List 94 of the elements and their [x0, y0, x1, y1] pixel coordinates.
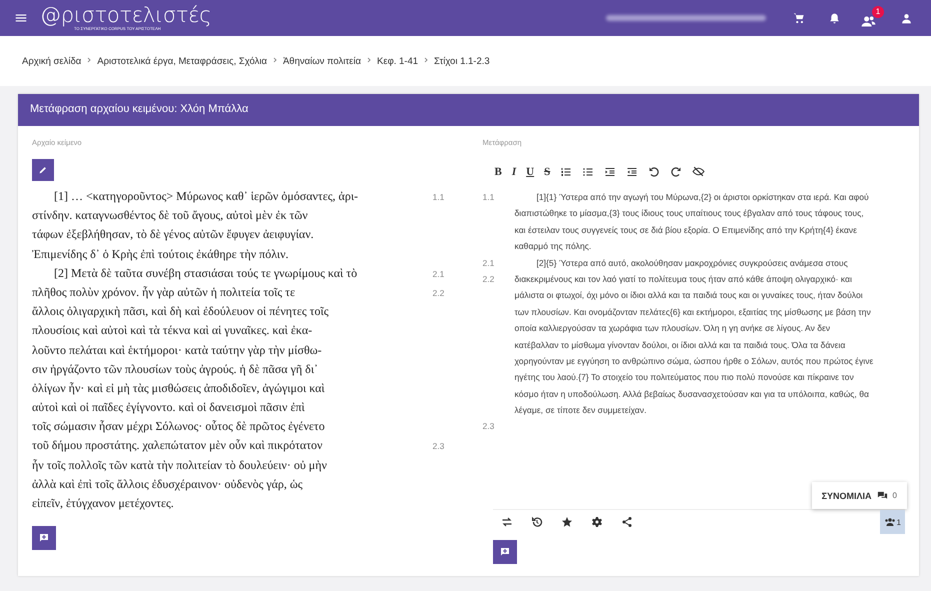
- breadcrumb-link[interactable]: Στίχοι 1.1-2.3: [434, 56, 490, 66]
- redo-icon: [670, 166, 682, 178]
- logo-text[interactable]: @ριστοτελιστές: [40, 5, 212, 26]
- text-line: διακεκριμένους και τον λαό γιατί το πολίτευμα τους ήταν από κάθε άποψη ολιγαρχικό· και: [514, 274, 853, 284]
- text-line: λοῦντο πελάται καὶ ἑκτήμοροι· κατὰ ταύτην γὰρ τὴν μίσθω-: [32, 342, 323, 358]
- line-number: 2.1: [432, 268, 444, 279]
- italic-button[interactable]: I: [512, 166, 516, 178]
- text-line: κόσμο ήταν η υποδούλωση. Αλλά βεβαίως δυσανασχετούσαν και για τα υπόλοιπα, καθώς, θα: [514, 388, 870, 399]
- line-number: 2.1: [482, 258, 494, 268]
- text-line: αὐτοὶ καὶ οἱ παῖδες ἐγίγνοντο. καὶ οἱ δανεισμοὶ πᾶσιν ἐπὶ: [32, 400, 306, 416]
- comment-plus-icon: [38, 532, 50, 544]
- bullet-list-button[interactable]: [582, 166, 594, 178]
- outdent-icon: [626, 166, 638, 178]
- notification-badge: 1: [872, 6, 884, 18]
- comments-icon: [876, 490, 888, 501]
- text-line: πλουσίοις καὶ αὐτοὶ καὶ τὰ τέκνα καὶ αἱ γυναῖκες. καὶ ἐκα-: [32, 323, 314, 338]
- swap-button[interactable]: [500, 516, 512, 528]
- indent-button[interactable]: [604, 166, 616, 178]
- text-line: μάλιστα οι φτωχοί, όχι μόνο οι ίδιοι αλλά και τα παιδιά τους και οι γυναίκες τους, ήταν δούλοι: [514, 290, 864, 300]
- outdent-button[interactable]: [626, 166, 638, 178]
- numbered-list-icon: [560, 166, 572, 178]
- add-comment-button[interactable]: [492, 540, 516, 564]
- text-line: [2] Μετὰ δὲ ταῦτα συνέβη στασιάσαι τούς τε γνωρίμους καὶ τὸ: [53, 266, 358, 281]
- hide-button[interactable]: [692, 165, 706, 178]
- text-line: και έστειλαν τους συγγενείς τους σε διά βίου εξορία. Ο Επιμενίδης από την Κρήτη{4} έκανε: [514, 224, 858, 235]
- pencil-icon: [38, 165, 48, 175]
- text-line: τοῦ δήμου προστάτης. χαλεπώτατον μὲν οὖν καὶ πικρότατον: [32, 438, 324, 454]
- edit-button[interactable]: [32, 159, 54, 181]
- text-line: ὀλίγων ἦν· καὶ εἰ μὴ τὰς μισθώσεις ἀποδιδοῖεν, ἀγώγιμοι καὶ: [32, 380, 326, 396]
- text-line: τοῖς σώμασιν ἦσαν μέχρι Σόλωνος· οὗτος δὲ πρῶτος ἐγένετο: [32, 419, 326, 434]
- cart-icon: [792, 11, 806, 25]
- eye-slash-icon: [692, 165, 706, 178]
- breadcrumb-link[interactable]: Αριστοτελικά έργα, Μεταφράσεις, Σχόλια: [97, 56, 267, 66]
- text-line: λέγαμε, σε τίποτε δεν συμμετείχαν.: [514, 405, 648, 416]
- breadcrumb-link[interactable]: Αρχική σελίδα: [22, 56, 82, 66]
- add-comment-button[interactable]: [32, 526, 56, 550]
- strikethrough-button[interactable]: S: [544, 166, 550, 178]
- favorite-button[interactable]: [560, 516, 572, 528]
- chevron-icon: [270, 56, 279, 64]
- text-line: ἦν τοῖς πολλοῖς τῶν κατὰ τὴν πολιτείαν τὸ δουλεύειν· οὐ μὴν: [32, 458, 328, 473]
- breadcrumb-link[interactable]: Ἀθηναίων πολιτεία: [282, 56, 361, 66]
- line-number: 2.2: [432, 288, 444, 298]
- users-button[interactable]: 1: [857, 6, 884, 30]
- star-icon: [560, 516, 572, 528]
- numbered-list-button[interactable]: [560, 166, 572, 178]
- text-line: Ἐπιμενίδης δ᾽ ὁ Κρὴς ἐπὶ τούτοις ἐκάθηρε τὴν πόλιν.: [32, 246, 290, 262]
- text-line: στίνδην. καταγνωσθέντος δὲ τοῦ ἄγους, αὐτοὶ μὲν ἐκ τῶν: [32, 208, 309, 224]
- text-line: οποία καλλιεργούσαν τα χωράφια των πλουσίων. Όλη η γη ανήκε σε λίγους. Αν δεν: [514, 323, 832, 334]
- comment-plus-icon: [498, 546, 510, 558]
- text-line: ηγέτης του λαού.{7} Το στοιχείο του πολιτεύματος που πιο πολύ πονούσε και πίκραινε τον: [514, 372, 855, 382]
- bullet-list-icon: [582, 166, 594, 178]
- line-number: 1.1: [432, 192, 444, 202]
- share-icon: [620, 516, 632, 528]
- text-line: καθαρμό της πόλης.: [514, 241, 592, 252]
- text-line: σιν ἠργάζοντο τῶν πλουσίων τοὺς ἀγρούς. ἡ δὲ πᾶσα γῆ δι᾽: [32, 362, 320, 377]
- chevron-icon: [422, 56, 430, 64]
- line-number: 2.2: [482, 274, 494, 284]
- settings-icon: [590, 516, 602, 528]
- chevron-icon: [85, 56, 94, 64]
- text-line: χορηγούνταν με εγγύηση το ανθρώπινο σώμα, ώσπου ήρθε ο Σόλων, αυτός που πρώτος έγινε: [514, 356, 874, 366]
- share-button[interactable]: [620, 516, 632, 528]
- text-line: [2]{5} Ύστερα από αυτό, ακολούθησαν μακροχρόνιες συγκρούσεις ανάμεσα στους: [536, 258, 849, 268]
- history-button[interactable]: [530, 516, 542, 528]
- users-icon: [884, 516, 896, 528]
- settings-button[interactable]: [590, 516, 602, 528]
- user-icon: [900, 12, 913, 24]
- users-icon: [861, 14, 876, 28]
- bell-icon: [828, 12, 841, 24]
- text-line: κατέβαλλαν το μίσθωμα γίνονταν δούλοι, οι ίδιοι αλλά και τα παιδιά τους. Όλα τα δάνεια: [514, 340, 846, 350]
- bold-button[interactable]: B: [494, 166, 502, 178]
- undo-button[interactable]: [648, 166, 660, 178]
- participants-button[interactable]: 1: [880, 510, 905, 534]
- history-icon: [530, 516, 542, 528]
- redo-button[interactable]: [670, 166, 682, 178]
- text-line: ἄλλοις ὀλιγαρχικὴ πᾶσι, καὶ δὴ καὶ ἐδούλευον οἱ πένητες τοῖς: [32, 304, 330, 320]
- card-title: Μετάφραση αρχαίου κειμένου: Χλόη Μπάλλα: [18, 94, 919, 126]
- text-line: διαπιστώθηκε το μίασμα,{3} τους ίδιους τους υπαίτιους τους έβγαλαν από τους τάφους τους,: [514, 208, 865, 218]
- text-line: πλῆθος πολὺν χρόνον. ἦν γὰρ αὐτῶν ἡ πολιτεία τοῖς τε: [32, 284, 296, 300]
- text-line: εἰπεῖν, ἐτύγχανον μετέχοντες.: [32, 496, 175, 511]
- chevron-icon: [365, 56, 373, 64]
- line-number: 1.1: [482, 192, 494, 202]
- text-line: ἀλλὰ καὶ ἐπὶ τοῖς ἄλλοις ἐδυσχέραινον· οὐδενὸς γάρ, ὡς: [32, 476, 304, 492]
- chat-button[interactable]: ΣΥΝΟΜΙΛΙΑ 0: [812, 482, 907, 509]
- swap-arrows-icon: [500, 516, 512, 528]
- undo-icon: [648, 166, 660, 178]
- breadcrumb-link[interactable]: Κεφ. 1-41: [377, 56, 418, 66]
- text-line: [1] … <κατηγοροῦντος> Μύρωνος καθ᾽ ἱερῶν ὀμόσαντες, ἀρι-: [53, 189, 360, 204]
- text-line: των πλουσίων. Και ονομάζονταν πελάτες{6} και εκτήμοροι, εξαιτίας της μίσθωσης με βάση την: [514, 306, 872, 317]
- text-line: τάφων ἐξεβλήθησαν, τὸ δὲ γένος αὐτῶν ἔφυγεν ἀειφυγίαν.: [32, 227, 315, 242]
- indent-icon: [604, 166, 616, 178]
- text-line: [1]{1} Ύστερα από την αγωγή του Μύρωνα,{2} οι άριστοι ορκίστηκαν στα ιερά. Και αφού: [536, 192, 870, 202]
- line-number: 2.3: [482, 421, 494, 432]
- underline-button[interactable]: U: [526, 166, 534, 178]
- line-number: 2.3: [432, 441, 444, 452]
